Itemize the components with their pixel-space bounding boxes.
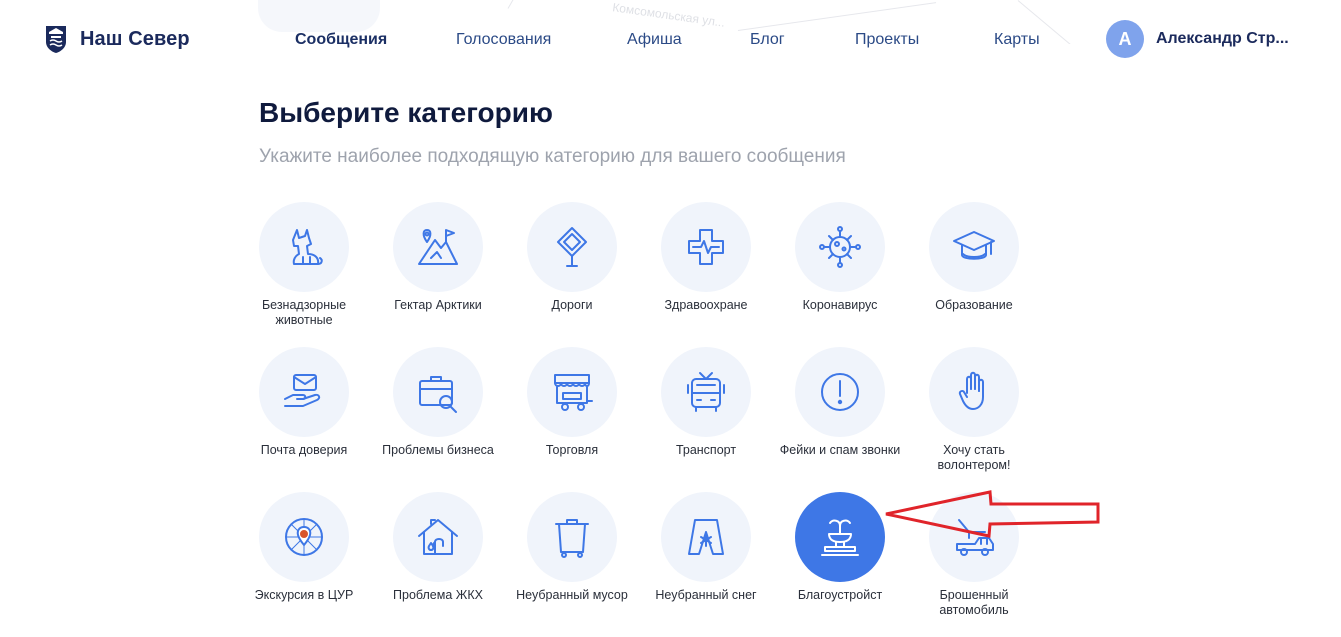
category-label: Благоустройст (797, 588, 883, 602)
category-tsur-excursion[interactable]: Экскурсия в ЦУР (237, 492, 371, 603)
user-name[interactable]: Александр Стр... (1156, 30, 1289, 48)
category-circle[interactable] (393, 492, 483, 582)
avatar[interactable]: А (1106, 20, 1144, 58)
category-education[interactable]: Образование (907, 202, 1041, 313)
site-header: Наш Север Сообщения Голосования Афиша Бл… (0, 0, 1341, 80)
category-label: Фейки и спам звонки (779, 443, 901, 457)
category-housing-utilities[interactable]: Проблема ЖКХ (371, 492, 505, 603)
category-circle[interactable] (527, 347, 617, 437)
category-circle[interactable] (929, 347, 1019, 437)
category-uncollected-trash[interactable]: Неубранный мусор (505, 492, 639, 603)
category-coronavirus[interactable]: Коронавирус (773, 202, 907, 313)
house-faucet-icon (418, 519, 458, 555)
snow-sign-icon (688, 519, 724, 555)
category-fakes-spam[interactable]: Фейки и спам звонки (773, 347, 907, 458)
category-business-problems[interactable]: Проблемы бизнеса (371, 347, 505, 458)
bus-icon (687, 372, 725, 412)
fountain-icon (821, 519, 859, 556)
category-label: Брошенный автомобиль (939, 588, 1009, 617)
category-label: Проблема ЖКХ (393, 588, 483, 602)
category-label: Неубранный снег (655, 588, 757, 602)
category-label: Транспорт (675, 443, 737, 457)
logo-text: Наш Север (80, 27, 190, 50)
category-label: Дороги (551, 298, 593, 312)
category-circle[interactable] (259, 492, 349, 582)
category-label: Коронавирус (802, 298, 878, 312)
raised-hand-icon (958, 371, 984, 410)
mountain-flag-icon (418, 229, 458, 265)
category-circle[interactable] (527, 492, 617, 582)
category-trust-mail[interactable]: Почта доверия (237, 347, 371, 458)
category-label: Торговля (545, 443, 599, 457)
medical-cross-icon (688, 229, 724, 265)
briefcase-search-icon (419, 376, 457, 413)
category-circle[interactable] (929, 492, 1019, 582)
category-label: Гектар Арктики (394, 298, 482, 312)
category-circle[interactable] (661, 492, 751, 582)
dog-icon (292, 229, 323, 265)
category-roads[interactable]: Дороги (505, 202, 639, 313)
category-circle[interactable] (527, 202, 617, 292)
category-arctic-hectare[interactable]: Гектар Арктики (371, 202, 505, 313)
nav-projects[interactable]: Проекты (855, 31, 919, 49)
category-label: Неубранный мусор (516, 588, 628, 602)
market-stall-icon (554, 374, 593, 411)
category-circle[interactable] (795, 347, 885, 437)
tow-truck-icon (956, 519, 994, 556)
category-circle[interactable] (393, 202, 483, 292)
category-circle[interactable] (393, 347, 483, 437)
category-uncleared-snow[interactable]: Неубранный снег (639, 492, 773, 603)
category-label: Хочу стать волонтером! (937, 443, 1011, 472)
category-volunteer[interactable]: Хочу стать волонтером! (907, 347, 1041, 473)
category-label: Почта доверия (260, 443, 348, 457)
category-circle[interactable] (795, 492, 885, 582)
page-title: Выберите категорию (259, 97, 553, 128)
nav-maps[interactable]: Карты (994, 31, 1040, 49)
site-logo[interactable]: Наш Север (44, 24, 190, 54)
category-circle[interactable] (259, 347, 349, 437)
trash-bin-icon (555, 519, 589, 558)
virus-icon (819, 226, 861, 268)
category-trade[interactable]: Торговля (505, 347, 639, 458)
road-sign-icon (557, 227, 587, 267)
envelope-hand-icon (284, 374, 321, 407)
category-label: Проблемы бизнеса (382, 443, 494, 457)
category-grid: Безнадзорные животные Гектар Арктики Дор… (0, 0, 1341, 637)
category-label: Экскурсия в ЦУР (254, 588, 354, 602)
nav-votes[interactable]: Голосования (456, 31, 551, 49)
category-circle[interactable] (795, 202, 885, 292)
category-circle[interactable] (661, 202, 751, 292)
category-healthcare[interactable]: Здравоохране (639, 202, 773, 313)
category-circle[interactable] (929, 202, 1019, 292)
nav-blog[interactable]: Блог (750, 31, 785, 49)
user-menu[interactable]: А Александр Стр... (1106, 20, 1289, 58)
nav-events[interactable]: Афиша (627, 31, 682, 49)
exclamation-icon (821, 373, 859, 411)
graduation-cap-icon (953, 231, 995, 260)
category-label: Образование (935, 298, 1013, 312)
category-improvement[interactable]: Благоустройст (773, 492, 907, 603)
category-circle[interactable] (661, 347, 751, 437)
category-label: Безнадзорные животные (261, 298, 347, 327)
category-transport[interactable]: Транспорт (639, 347, 773, 458)
map-pin-icon (285, 518, 323, 556)
category-circle[interactable] (259, 202, 349, 292)
category-label: Здравоохране (664, 298, 748, 312)
page-subtitle: Укажите наиболее подходящую категорию дл… (259, 146, 846, 167)
coat-of-arms-icon (46, 26, 66, 53)
category-abandoned-car[interactable]: Брошенный автомобиль (907, 492, 1041, 618)
nav-messages[interactable]: Сообщения (295, 31, 387, 49)
category-stray-animals[interactable]: Безнадзорные животные (237, 202, 371, 328)
